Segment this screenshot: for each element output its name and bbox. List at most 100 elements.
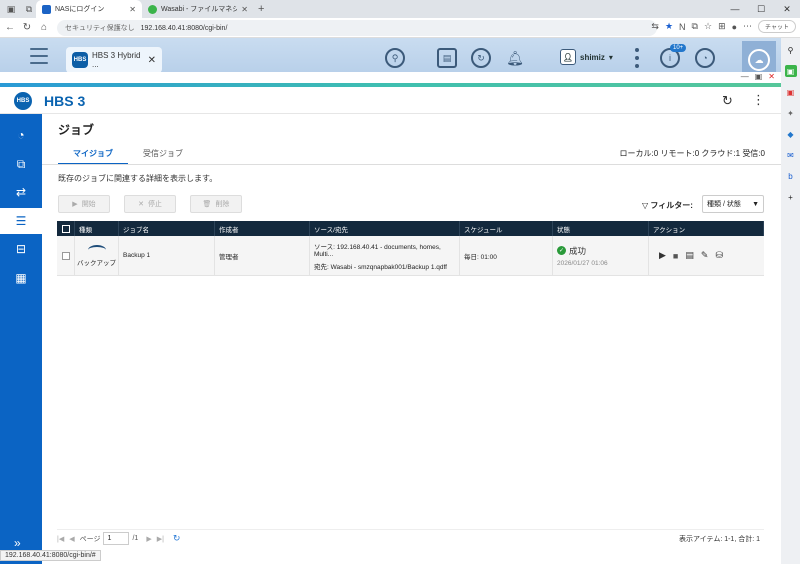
more-menu-icon[interactable]: ⋯ <box>743 21 752 32</box>
left-nav: ◔ ⧉ ⇄ ☰ ⊟ ▦ » <box>0 114 42 564</box>
media-icon[interactable]: ▤ <box>437 48 457 68</box>
more-vertical-icon[interactable]: ⋮ <box>752 92 765 108</box>
job-counts: ローカル:0 リモート:0 クラウド:1 受信:0 <box>620 148 765 159</box>
dashboard-gauge-icon[interactable]: ◔ <box>695 48 715 68</box>
tab-my-jobs[interactable]: マイジョブ <box>58 145 128 165</box>
header-job-name[interactable]: ジョブ名 <box>119 221 215 236</box>
expand-nav-icon[interactable]: » <box>14 536 21 550</box>
background-tasks-icon[interactable]: ↻ <box>471 48 491 68</box>
select-all-checkbox[interactable] <box>57 221 75 236</box>
trash-icon: 🗑︎ <box>202 201 212 208</box>
sidebar-bing-icon[interactable]: b <box>785 170 797 182</box>
filter-label-text: フィルター: <box>650 201 693 210</box>
chat-button[interactable]: チャット <box>758 20 796 33</box>
nav-storage-space-icon[interactable]: ⊟ <box>0 236 42 262</box>
tab-inbound-jobs[interactable]: 受信ジョブ <box>128 145 198 165</box>
app-maximize-icon[interactable]: ▣ <box>755 72 763 81</box>
chevron-down-icon: ▼ <box>752 200 759 208</box>
extensions-icon[interactable]: ⧉ <box>692 21 698 32</box>
sidebar-app-icon-green[interactable]: ▣ <box>784 65 797 77</box>
filter-value: 種類 / 状態 <box>707 201 741 208</box>
notification-bell-icon[interactable]: 🔔︎ <box>505 48 525 68</box>
browser-tab-wasabi[interactable]: Wasabi - ファイルマネジャー - sesszy ✕ <box>142 0 254 18</box>
close-app-tab-icon[interactable]: ✕ <box>148 55 156 66</box>
nav-sync-icon[interactable]: ⇄ <box>0 179 42 205</box>
sidebar-shopping-icon[interactable]: ▣ <box>785 86 797 98</box>
job-actions-cell: ▶ ■ ▤ ✎ ⛁ <box>649 236 764 275</box>
sidebar-outlook-icon[interactable]: ✉ <box>785 149 797 161</box>
refresh-icon[interactable]: ↻ <box>722 93 733 109</box>
sidebar-search-icon[interactable]: ⚲ <box>785 44 797 56</box>
translate-icon[interactable]: ⇆ <box>651 21 659 32</box>
last-page-icon[interactable]: ▶| <box>157 535 164 543</box>
nav-services-icon[interactable]: ▦ <box>0 265 42 291</box>
header-creator[interactable]: 作成者 <box>215 221 310 236</box>
browser-toolbar: ← ↻ ⌂ セキュリティ保護なし 192.168.40.41:8080/cgi-… <box>0 18 800 38</box>
collections-icon[interactable]: ⊞ <box>718 21 726 32</box>
job-type: バックアップ <box>77 259 116 267</box>
nav-backup-restore-icon[interactable]: ⧉ <box>0 151 42 177</box>
minimize-icon[interactable]: — <box>722 0 748 18</box>
security-warning[interactable]: セキュリティ保護なし <box>65 23 135 33</box>
hbs-app-tab[interactable]: HBS HBS 3 Hybrid ... ✕ <box>66 47 162 73</box>
stop-job-icon[interactable]: ■ <box>673 251 678 261</box>
new-tab-icon[interactable]: + <box>258 3 264 15</box>
more-options-icon[interactable] <box>635 48 639 68</box>
app-minimize-icon[interactable]: — <box>741 72 749 81</box>
sidebar-add-icon[interactable]: + <box>785 191 797 203</box>
filter-icon: ▽ <box>642 201 649 210</box>
search-icon[interactable]: ⚲ <box>385 48 405 68</box>
back-icon[interactable]: ← <box>3 22 17 33</box>
close-tab-icon[interactable]: ✕ <box>241 5 248 14</box>
filter-dropdown[interactable]: 種類 / 状態 ▼ <box>702 195 764 213</box>
nav-overview-icon[interactable]: ◔ <box>0 122 42 148</box>
window-menu-icon[interactable]: ▣ <box>4 3 18 15</box>
page-number-input[interactable]: 1 <box>103 532 130 545</box>
job-report-icon[interactable]: ▤ <box>685 250 694 261</box>
prev-page-icon[interactable]: ◀ <box>69 535 74 543</box>
address-bar[interactable]: セキュリティ保護なし 192.168.40.41:8080/cgi-bin/ <box>57 20 657 36</box>
bookmark-star-icon[interactable]: ★ <box>665 21 673 32</box>
app-close-icon[interactable]: ✕ <box>768 72 775 81</box>
run-job-icon[interactable]: ▶ <box>659 250 666 261</box>
start-button[interactable]: ▶ 開始 <box>58 195 110 213</box>
restore-job-icon[interactable]: ⛁ <box>715 250 723 261</box>
browser-sidebar: ⚲ ▣ ▣ ✦ ◆ ✉ b + <box>781 38 800 564</box>
job-status-cell: ✓ 成功 2026/01/27 01:06 <box>553 236 649 275</box>
browser-tab-title: Wasabi - ファイルマネジャー - sesszy <box>161 6 238 13</box>
close-window-icon[interactable]: ✕ <box>774 0 800 18</box>
favorites-icon[interactable]: ☆ <box>704 21 712 32</box>
refresh-list-icon[interactable]: ↻ <box>173 533 181 544</box>
user-menu[interactable]: 👤︎ shimiz ▾ <box>560 49 613 65</box>
header-schedule[interactable]: スケジュール <box>460 221 553 236</box>
wasabi-favicon-icon <box>148 4 157 14</box>
nav-jobs-icon[interactable]: ☰ <box>0 208 42 234</box>
browser-tab-nas-login[interactable]: NASにログイン ✕ <box>36 0 142 18</box>
sidebar-games-icon[interactable]: ✦ <box>785 107 797 119</box>
page-title: ジョブ <box>58 123 95 137</box>
row-checkbox[interactable] <box>57 236 75 275</box>
tab-actions-icon[interactable]: ⧉ <box>22 3 36 15</box>
header-type[interactable]: 種類 <box>75 221 119 236</box>
reload-icon[interactable]: ↻ <box>20 22 34 33</box>
close-tab-icon[interactable]: ✕ <box>129 5 136 14</box>
sidebar-copilot-icon[interactable]: ◆ <box>785 128 797 140</box>
edit-job-icon[interactable]: ✎ <box>701 250 709 261</box>
main-menu-icon[interactable] <box>30 48 48 64</box>
header-source-dest[interactable]: ソース/宛先 <box>310 221 460 236</box>
job-source-dest-cell: ソース: 192.168.40.41 - documents, homes, M… <box>310 236 460 275</box>
home-icon[interactable]: ⌂ <box>37 22 51 33</box>
next-page-icon[interactable]: ▶ <box>146 535 151 543</box>
delete-button[interactable]: 🗑︎ 削除 <box>190 195 242 213</box>
profile-avatar-icon[interactable]: ● <box>732 22 737 32</box>
tab-divider <box>42 164 781 165</box>
pagination-bar: |◀ ◀ ページ 1 /1 ▶ ▶| ↻ 表示アイテム: 1-1, 合計: 1 <box>57 529 764 547</box>
jobs-table: 種類 ジョブ名 作成者 ソース/宛先 スケジュール 状態 アクション バックアッ… <box>57 221 764 276</box>
stop-button[interactable]: ✕ 停止 <box>124 195 176 213</box>
maximize-icon[interactable]: ☐ <box>748 0 774 18</box>
table-row[interactable]: バックアップ Backup 1 管理者 ソース: 192.168.40.41 -… <box>57 236 764 276</box>
notion-extension-icon[interactable]: N <box>679 22 686 32</box>
window-controls: — ☐ ✕ <box>722 0 800 18</box>
first-page-icon[interactable]: |◀ <box>57 535 64 543</box>
header-status[interactable]: 状態 <box>553 221 649 236</box>
